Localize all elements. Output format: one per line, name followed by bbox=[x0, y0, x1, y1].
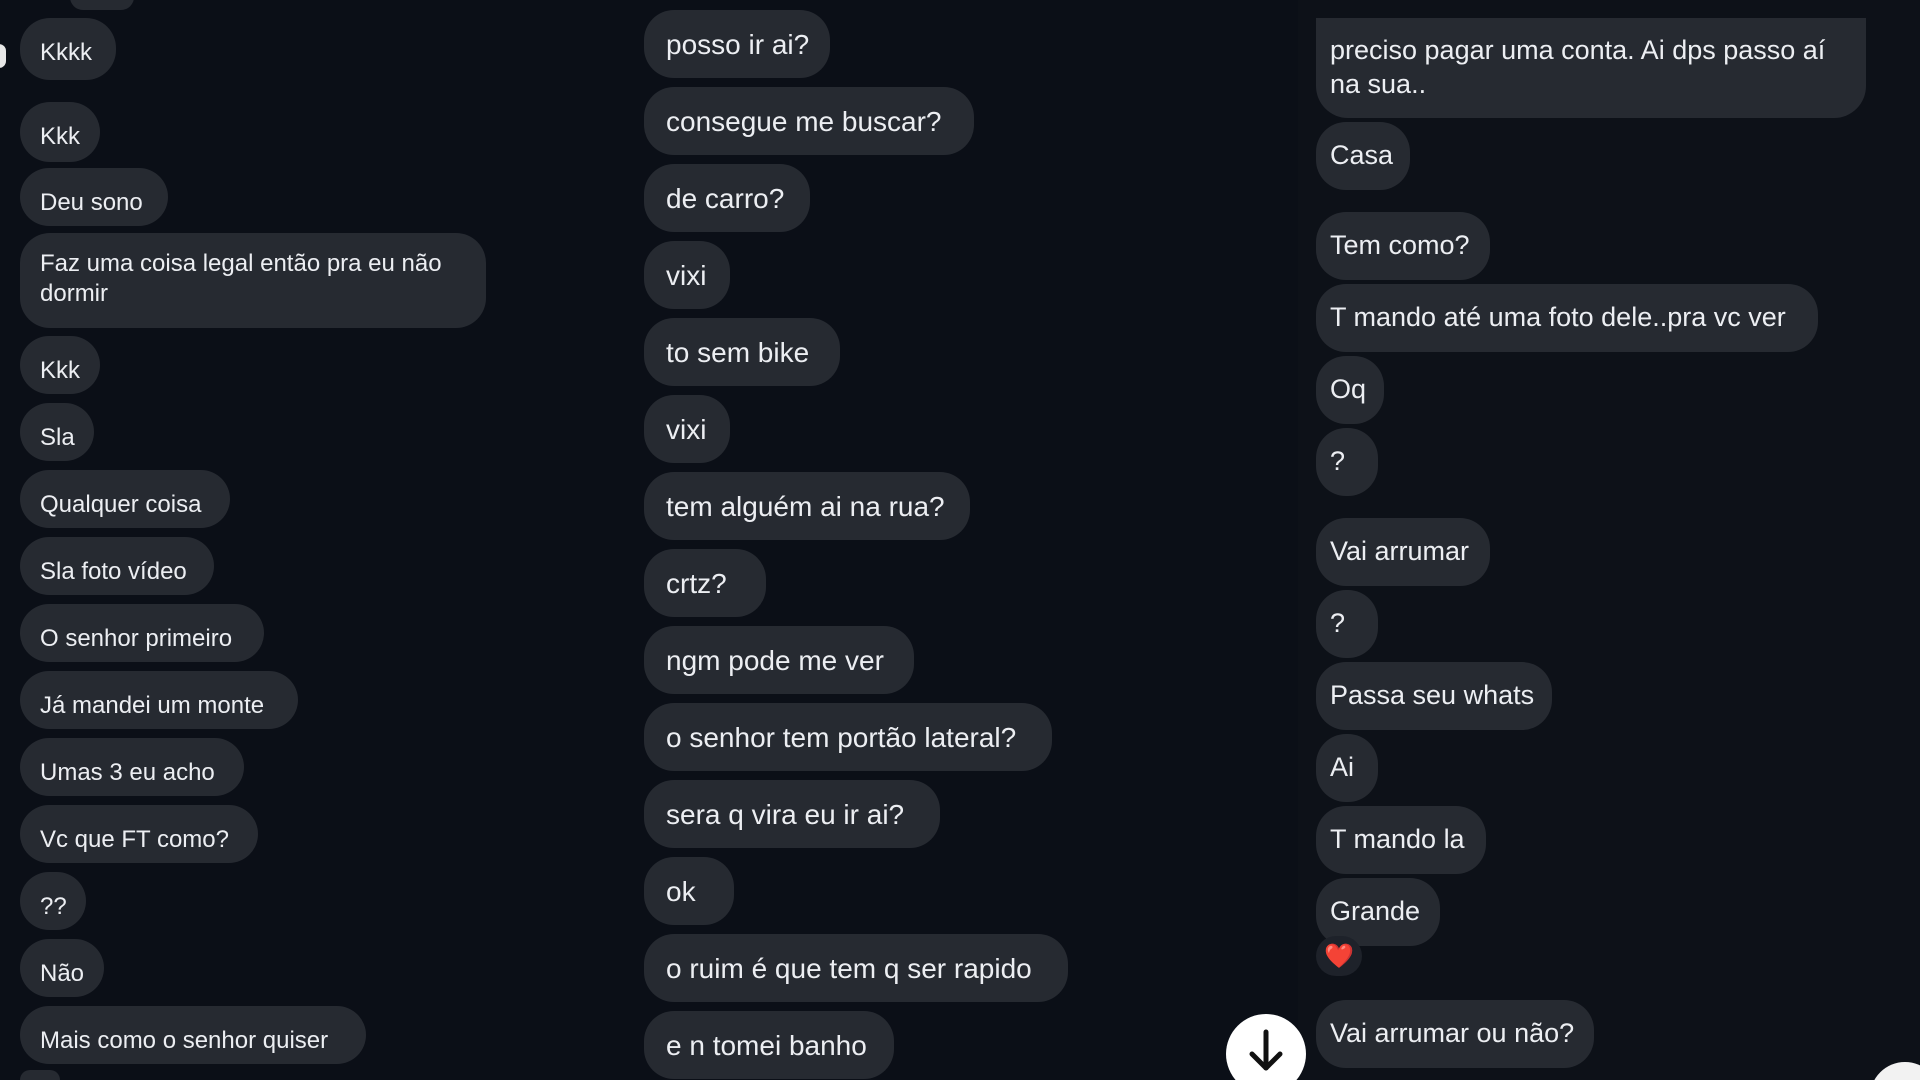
message-bubble[interactable]: Kkk bbox=[20, 336, 100, 394]
message-bubble[interactable]: Sla foto vídeo bbox=[20, 537, 214, 595]
message-bubble[interactable]: Tem como? bbox=[1316, 212, 1490, 280]
message-text: Kkk bbox=[40, 123, 81, 150]
message-bubble[interactable]: preciso pagar uma conta. Ai dps passo aí… bbox=[1316, 18, 1866, 118]
message-bubble[interactable]: e n tomei banho bbox=[644, 1011, 894, 1079]
message-bubble[interactable]: Casa bbox=[1316, 122, 1410, 190]
message-text: de carro? bbox=[666, 182, 785, 214]
message-text: O senhor primeiro bbox=[40, 625, 233, 652]
message-bubble[interactable]: vixi bbox=[644, 395, 730, 463]
message-bubble[interactable]: ok bbox=[644, 857, 734, 925]
message-text: ngm pode me ver bbox=[666, 644, 884, 676]
message-bubble[interactable]: Já mandei um monte bbox=[20, 671, 298, 729]
message-text: o ruim é que tem q ser rapido bbox=[666, 952, 1032, 984]
message-text: Qualquer coisa bbox=[40, 491, 202, 518]
message-bubble[interactable]: Kkk bbox=[20, 102, 100, 162]
chat-column-right: preciso pagar uma conta. Ai dps passo aí… bbox=[1298, 0, 1920, 1080]
message-text: Sla foto vídeo bbox=[40, 558, 187, 585]
message-bubble[interactable]: Ai bbox=[1316, 734, 1378, 802]
message-bubble[interactable]: T mando até uma foto dele..pra vc ver bbox=[1316, 284, 1818, 352]
message-text: tem alguém ai na rua? bbox=[666, 490, 945, 522]
message-text: Vc que FT como? bbox=[40, 826, 229, 853]
message-text: o senhor tem portão lateral? bbox=[666, 721, 1017, 753]
message-bubble[interactable]: ? bbox=[1316, 590, 1378, 658]
heart-reaction-icon[interactable]: ❤️ bbox=[1316, 936, 1362, 976]
message-text: Ai bbox=[1330, 752, 1355, 783]
message-bubble[interactable]: de carro? bbox=[644, 164, 810, 232]
message-bubble[interactable]: posso ir ai? bbox=[644, 10, 830, 78]
message-bubble[interactable]: Passa seu whats bbox=[1316, 662, 1552, 730]
message-bubble[interactable]: tem alguém ai na rua? bbox=[644, 472, 970, 540]
message-text: vixi bbox=[666, 413, 707, 445]
message-bubble[interactable]: vixi bbox=[644, 241, 730, 309]
reaction-emoji: ❤️ bbox=[1324, 942, 1354, 970]
message-bubble[interactable]: Vc que FT como? bbox=[20, 805, 258, 863]
message-text: Mais como o senhor quiser bbox=[40, 1027, 329, 1054]
message-text: ?? bbox=[40, 893, 67, 920]
message-text: Faz uma coisa legal então pra eu não dor… bbox=[40, 250, 442, 307]
message-bubble[interactable]: sera q vira eu ir ai? bbox=[644, 780, 940, 848]
message-text: T mando até uma foto dele..pra vc ver bbox=[1330, 302, 1786, 333]
message-bubble[interactable]: Qualquer coisa bbox=[20, 470, 230, 528]
message-bubble[interactable]: T mando la bbox=[1316, 806, 1486, 874]
message-bubble[interactable]: o ruim é que tem q ser rapido bbox=[644, 934, 1068, 1002]
message-bubble[interactable]: ?? bbox=[20, 872, 86, 930]
message-bubble[interactable]: to sem bike bbox=[644, 318, 840, 386]
message-bubble-partial bbox=[70, 0, 134, 10]
message-bubble-partial bbox=[20, 1070, 60, 1080]
message-bubble[interactable]: consegue me buscar? bbox=[644, 87, 974, 155]
message-text: Oq bbox=[1330, 374, 1367, 405]
message-text: sera q vira eu ir ai? bbox=[666, 798, 905, 830]
message-text: Tem como? bbox=[1330, 230, 1470, 261]
message-text: Deu sono bbox=[40, 189, 143, 216]
message-text: preciso pagar uma conta. Ai dps passo aí… bbox=[1330, 35, 1826, 99]
message-bubble[interactable]: Umas 3 eu acho bbox=[20, 738, 244, 796]
message-bubble[interactable]: Faz uma coisa legal então pra eu não dor… bbox=[20, 233, 486, 328]
message-bubble[interactable]: Deu sono bbox=[20, 168, 168, 226]
message-text: ok bbox=[666, 875, 696, 907]
message-text: ? bbox=[1330, 608, 1346, 639]
message-bubble[interactable]: Oq bbox=[1316, 356, 1384, 424]
arrow-down-icon bbox=[1249, 1029, 1283, 1071]
message-text: Kkkk bbox=[40, 39, 93, 66]
message-text: Grande bbox=[1330, 896, 1421, 927]
message-text: Umas 3 eu acho bbox=[40, 759, 215, 786]
message-text: consegue me buscar? bbox=[666, 105, 942, 137]
message-text: Vai arrumar bbox=[1330, 536, 1470, 567]
message-bubble[interactable]: Vai arrumar bbox=[1316, 518, 1490, 586]
chat-column-middle: posso ir ai? consegue me buscar? de carr… bbox=[628, 0, 1268, 1080]
message-text: posso ir ai? bbox=[666, 28, 810, 60]
message-bubble[interactable]: o senhor tem portão lateral? bbox=[644, 703, 1052, 771]
message-bubble[interactable]: Kkkk bbox=[20, 18, 116, 80]
message-bubble[interactable]: O senhor primeiro bbox=[20, 604, 264, 662]
message-text: to sem bike bbox=[666, 336, 810, 368]
message-text: T mando la bbox=[1330, 824, 1465, 855]
message-text: Casa bbox=[1330, 140, 1394, 171]
message-bubble[interactable]: Vai arrumar ou não? bbox=[1316, 1000, 1594, 1068]
message-bubble[interactable]: ngm pode me ver bbox=[644, 626, 914, 694]
message-text: Sla bbox=[40, 424, 75, 451]
message-text: Vai arrumar ou não? bbox=[1330, 1018, 1575, 1049]
message-bubble[interactable]: crtz? bbox=[644, 549, 766, 617]
edge-indicator bbox=[0, 44, 6, 68]
message-text: Já mandei um monte bbox=[40, 692, 265, 719]
message-bubble[interactable]: Não bbox=[20, 939, 104, 997]
chat-screenshot-collage: Kkkk Kkk Deu sono Faz uma coisa legal en… bbox=[0, 0, 1920, 1080]
message-text: vixi bbox=[666, 259, 707, 291]
message-text: ? bbox=[1330, 446, 1346, 477]
message-text: crtz? bbox=[666, 567, 727, 599]
message-bubble[interactable]: Mais como o senhor quiser bbox=[20, 1006, 366, 1064]
message-text: Kkk bbox=[40, 357, 81, 384]
message-bubble[interactable]: Sla bbox=[20, 403, 94, 461]
message-text: Não bbox=[40, 960, 85, 987]
message-text: Passa seu whats bbox=[1330, 680, 1535, 711]
scroll-to-bottom-button[interactable] bbox=[1226, 1014, 1306, 1080]
message-text: e n tomei banho bbox=[666, 1029, 867, 1061]
chat-column-left: Kkkk Kkk Deu sono Faz uma coisa legal en… bbox=[0, 0, 600, 1080]
message-bubble[interactable]: ? bbox=[1316, 428, 1378, 496]
